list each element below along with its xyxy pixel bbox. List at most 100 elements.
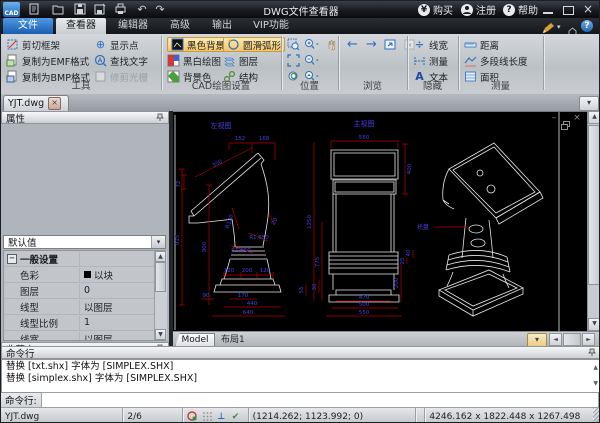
pin-icon[interactable]	[156, 113, 164, 122]
command-input[interactable]	[40, 392, 599, 408]
property-value[interactable]: 0	[80, 285, 165, 296]
property-grid-scrollbar[interactable]: ▲ ▼	[154, 251, 167, 340]
button-label: 线宽	[429, 40, 449, 52]
buy-button[interactable]: ¥ 购买	[418, 2, 453, 17]
property-name: 图层	[4, 283, 80, 298]
menu-tab-output[interactable]: 输出	[203, 18, 241, 34]
collapse-icon[interactable]: −	[7, 253, 17, 264]
menu-tab-vip[interactable]: VIP功能	[245, 18, 297, 34]
mdi-close-icon[interactable]: ×	[572, 114, 582, 124]
scroll-up-icon[interactable]: ▲	[155, 251, 166, 262]
smooth-arc-toggle[interactable]: 圆滑弧形	[223, 37, 286, 52]
canvas-vscrollbar[interactable]: ▲ ▼	[587, 111, 599, 331]
scroll-down-icon[interactable]: ▼	[593, 378, 598, 390]
group-label-hide: 隐藏	[422, 81, 442, 92]
property-value[interactable]: 以图层	[80, 300, 165, 314]
save-icon[interactable]	[73, 3, 87, 16]
mdi-restore-icon[interactable]	[561, 115, 570, 134]
scroll-thumb[interactable]	[155, 262, 166, 292]
mdi-minimize-icon[interactable]: –	[549, 114, 559, 124]
property-row[interactable]: 线型 以图层	[4, 299, 165, 315]
redo-icon[interactable]: ↷	[153, 3, 167, 16]
menu-tab-viewer[interactable]: 查看器	[56, 18, 106, 34]
layout1-tab[interactable]: 布局1	[221, 333, 261, 347]
dimension-label: 775	[315, 256, 321, 267]
menu-tab-file[interactable]: 文件	[3, 18, 53, 34]
button-label: 剪切框架	[22, 40, 61, 52]
combo-dropdown-icon[interactable]: ▾	[151, 236, 165, 248]
property-row[interactable]: 线型比例 1	[4, 315, 165, 331]
dimension-label: 200	[394, 277, 400, 288]
scroll-thumb[interactable]	[588, 125, 599, 285]
show-points-button[interactable]: ⊕ 显示点	[94, 37, 148, 52]
polyline-length-button[interactable]: 多段线长度	[464, 53, 528, 68]
distance-button[interactable]: 距离	[464, 37, 528, 52]
goto-view-icon[interactable]	[382, 37, 399, 52]
help-button[interactable]: ? 帮助	[503, 2, 538, 17]
scroll-left-icon[interactable]: ◄	[549, 333, 562, 346]
property-value[interactable]: 1	[80, 317, 165, 328]
property-value[interactable]: 以块	[80, 268, 165, 282]
dimension-label: 170	[238, 293, 249, 299]
scroll-right-icon[interactable]: ►	[582, 333, 595, 346]
resize-grip[interactable]	[593, 408, 599, 422]
menu-tab-editor[interactable]: 编辑器	[109, 18, 157, 34]
copy-emf-button[interactable]: 复制为EMF格式	[6, 53, 90, 68]
property-value[interactable]: 以图层	[80, 332, 165, 341]
next-view-icon[interactable]: →	[363, 37, 380, 52]
save-as-icon[interactable]	[93, 3, 107, 16]
property-row[interactable]: 图层 0	[4, 283, 165, 299]
smooth-arc-icon	[227, 38, 240, 51]
edit-check-icon[interactable]: ✔	[229, 410, 241, 422]
close-button[interactable]: ×	[581, 3, 595, 15]
scroll-down-icon[interactable]: ▼	[588, 318, 599, 331]
hscroll-thumb[interactable]	[563, 333, 581, 346]
undo-icon[interactable]: ↶	[135, 3, 149, 16]
snap-icon[interactable]	[187, 410, 199, 422]
help-circle-icon[interactable]: ?	[581, 20, 593, 32]
zoom-out-icon[interactable]	[303, 53, 320, 68]
print-icon[interactable]	[113, 3, 127, 16]
scroll-up-icon[interactable]: ▲	[593, 362, 598, 374]
register-button[interactable]: 注册	[461, 2, 496, 17]
scroll-up-icon[interactable]: ▲	[588, 111, 599, 124]
scroll-down-icon[interactable]: ▼	[155, 329, 166, 340]
pin-icon[interactable]	[588, 348, 596, 357]
hide-lineweight-button[interactable]: ÷ 线宽	[413, 37, 448, 52]
dimension-label: 915	[175, 234, 181, 245]
property-preset-select[interactable]: 默认值 ▾	[3, 235, 166, 249]
previous-view-icon[interactable]: ←	[344, 37, 361, 52]
cad-canvas[interactable]: 左视图 152 168 350 72 915 900 R120 20 R1,650 R1,650 12…	[173, 111, 587, 332]
zoom-window-icon[interactable]	[285, 37, 302, 52]
cut-frame-button[interactable]: 剪切框架	[6, 37, 90, 52]
find-text-button[interactable]: A 查找文字	[94, 53, 148, 68]
black-background-toggle[interactable]: 黑色背景	[167, 37, 230, 52]
hide-measure-button[interactable]: 测量	[413, 53, 448, 68]
menu-bar: 文件 查看器 编辑器 高级 输出 VIP功能 ▾ ?	[1, 18, 599, 36]
property-row[interactable]: 线宽 以图层	[4, 331, 165, 341]
dimension-label: 550	[359, 310, 370, 316]
ortho-icon[interactable]: ⊥	[215, 410, 227, 422]
document-tab[interactable]: YJT.dwg ×	[3, 95, 69, 111]
zoom-in-icon[interactable]	[303, 37, 320, 52]
app-logo-icon[interactable]: CAD	[3, 2, 20, 17]
command-output[interactable]: 替换 [txt.shx] 字体为 [SIMPLEX.SHX] 替换 [simpl…	[1, 359, 599, 393]
layers-button[interactable]: 图层	[223, 53, 285, 68]
menu-tab-advanced[interactable]: 高级	[161, 18, 199, 34]
pen-dropdown-icon[interactable]: ▾	[557, 23, 561, 31]
tab-close-icon[interactable]: ×	[48, 97, 62, 110]
model-tab[interactable]: Model	[175, 333, 215, 347]
maximize-button[interactable]	[563, 6, 574, 15]
status-coordinates: (1214.262; 1123.992; 0)	[249, 408, 417, 422]
open-file-icon[interactable]	[51, 3, 65, 16]
toolbar-overflow-button[interactable]: ▾	[579, 96, 599, 111]
color-swatch-icon	[84, 271, 91, 278]
new-file-icon[interactable]	[27, 3, 41, 16]
grid-icon[interactable]	[201, 410, 213, 422]
command-line-2: 替换 [simplex.shx] 字体为 [SIMPLEX.SHX]	[6, 373, 198, 384]
minimize-button[interactable]	[543, 12, 553, 14]
property-row[interactable]: 色彩 以块	[4, 267, 165, 283]
property-group-row[interactable]: − 一般设置	[4, 251, 165, 267]
bw-drawing-button[interactable]: 黑白绘图	[167, 53, 229, 68]
zoom-extents-icon[interactable]	[285, 53, 302, 68]
